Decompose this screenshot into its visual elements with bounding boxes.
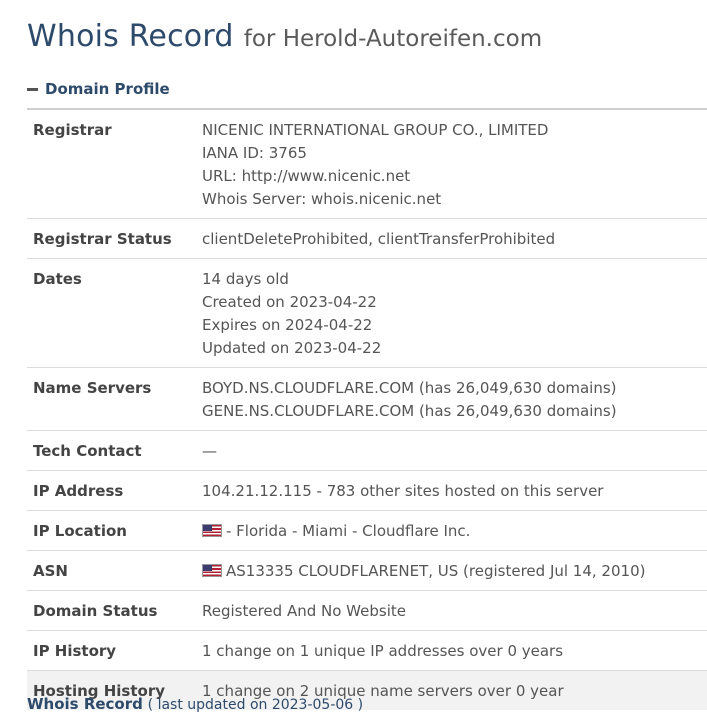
row-label: Dates: [33, 270, 82, 288]
whois-record-footer: Whois Record ( last updated on 2023-05-0…: [27, 695, 363, 713]
row-value: NICENIC INTERNATIONAL GROUP CO., LIMITED…: [196, 109, 707, 219]
row-asn: ASN AS13335 CLOUDFLARENET, US (registere…: [27, 550, 707, 591]
row-registrar-status: Registrar Status clientDeleteProhibited,…: [27, 218, 707, 259]
row-name-servers: Name Servers BOYD.NS.CLOUDFLARE.COM (has…: [27, 367, 707, 431]
row-label: Registrar: [33, 121, 112, 139]
name-server-1: BOYD.NS.CLOUDFLARE.COM (has 26,049,630 d…: [202, 379, 617, 397]
page-title: Whois Record for Herold-Autoreifen.com: [27, 16, 542, 54]
domain-age: 14 days old: [202, 270, 289, 288]
us-flag-icon: [202, 524, 222, 537]
row-label: IP Address: [33, 482, 124, 500]
registrar-name: NICENIC INTERNATIONAL GROUP CO., LIMITED: [202, 121, 549, 139]
row-ip-address: IP Address 104.21.12.115 - 783 other sit…: [27, 470, 707, 511]
iana-id: IANA ID: 3765: [202, 144, 307, 162]
expires-date: Expires on 2024-04-22: [202, 316, 373, 334]
row-value: - Florida - Miami - Cloudflare Inc.: [196, 511, 707, 551]
row-value: 104.21.12.115 - 783 other sites hosted o…: [202, 482, 604, 500]
row-value: —: [202, 442, 217, 460]
us-flag-icon: [202, 564, 222, 577]
row-label: Name Servers: [33, 379, 152, 397]
page-title-domain: for Herold-Autoreifen.com: [243, 26, 543, 52]
name-server-2: GENE.NS.CLOUDFLARE.COM (has 26,049,630 d…: [202, 402, 617, 420]
whois-record-link[interactable]: Whois Record: [27, 695, 143, 713]
asn-text: AS13335 CLOUDFLARENET, US (registered Ju…: [226, 562, 646, 580]
row-value: clientDeleteProhibited, clientTransferPr…: [202, 230, 556, 248]
last-updated-note: ( last updated on 2023-05-06 ): [147, 697, 364, 713]
page-title-main: Whois Record: [27, 19, 234, 54]
updated-date: Updated on 2023-04-22: [202, 339, 382, 357]
row-label: IP Location: [33, 522, 127, 540]
row-registrar: Registrar NICENIC INTERNATIONAL GROUP CO…: [27, 109, 707, 219]
ip-location-text: - Florida - Miami - Cloudflare Inc.: [226, 522, 471, 540]
row-domain-status: Domain Status Registered And No Website: [27, 590, 707, 631]
row-value: BOYD.NS.CLOUDFLARE.COM (has 26,049,630 d…: [196, 368, 707, 431]
row-value: 14 days old Created on 2023-04-22 Expire…: [196, 259, 707, 368]
row-label: Domain Status: [33, 602, 158, 620]
domain-profile-label: Domain Profile: [45, 80, 170, 98]
row-label: IP History: [33, 642, 117, 660]
row-value: Registered And No Website: [202, 602, 406, 620]
row-tech-contact: Tech Contact —: [27, 430, 707, 471]
row-label: Tech Contact: [33, 442, 142, 460]
row-value: 1 change on 1 unique IP addresses over 0…: [202, 642, 564, 660]
registrar-url: URL: http://www.nicenic.net: [202, 167, 411, 185]
row-ip-location: IP Location - Florida - Miami - Cloudfla…: [27, 510, 707, 551]
created-date: Created on 2023-04-22: [202, 293, 377, 311]
domain-profile-toggle[interactable]: Domain Profile: [27, 80, 170, 98]
whois-server: Whois Server: whois.nicenic.net: [202, 190, 442, 208]
row-ip-history: IP History 1 change on 1 unique IP addre…: [27, 630, 707, 671]
domain-profile-table: Registrar NICENIC INTERNATIONAL GROUP CO…: [27, 108, 707, 710]
row-label: ASN: [33, 562, 68, 580]
row-value: AS13335 CLOUDFLARENET, US (registered Ju…: [196, 551, 707, 591]
minus-icon: [27, 87, 38, 91]
row-dates: Dates 14 days old Created on 2023-04-22 …: [27, 258, 707, 368]
row-label: Registrar Status: [33, 230, 172, 248]
